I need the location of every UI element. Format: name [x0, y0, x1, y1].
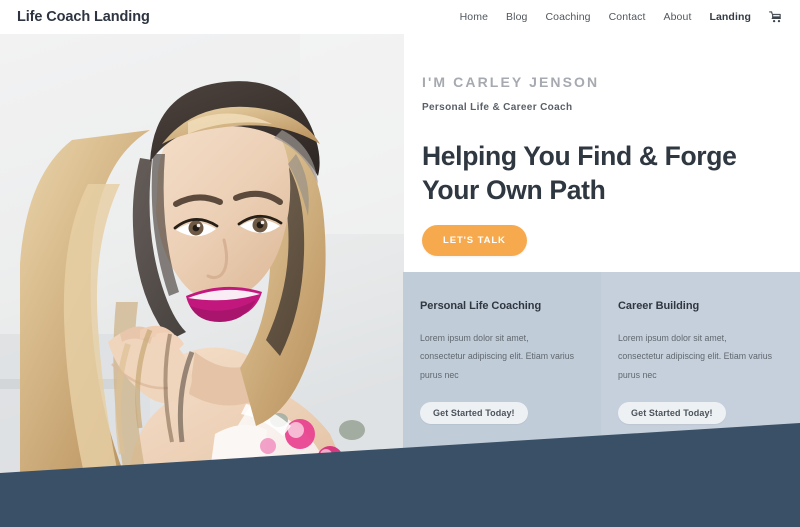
- nav-item-home[interactable]: Home: [451, 11, 497, 23]
- hero-portrait-photo: [0, 34, 404, 474]
- hero-title-line-2: Your Own Path: [422, 175, 606, 206]
- service-card-title: Career Building: [618, 300, 700, 312]
- service-cards: Personal Life Coaching Lorem ipsum dolor…: [403, 272, 800, 474]
- nav-item-blog[interactable]: Blog: [497, 11, 536, 23]
- service-card-personal-life-coaching: Personal Life Coaching Lorem ipsum dolor…: [403, 272, 601, 474]
- shopping-cart-icon: [769, 11, 782, 23]
- lets-talk-button[interactable]: LET'S TALK: [422, 225, 527, 257]
- nav-item-about[interactable]: About: [655, 11, 701, 23]
- service-card-career-building: Career Building Lorem ipsum dolor sit am…: [601, 272, 800, 474]
- nav-item-coaching[interactable]: Coaching: [536, 11, 599, 23]
- hero-tagline: Personal Life & Career Coach: [422, 102, 573, 113]
- service-card-body: Lorem ipsum dolor sit amet, consectetur …: [420, 333, 575, 380]
- nav-item-landing[interactable]: Landing: [700, 11, 760, 23]
- hero-title-line-1: Helping You Find & Forge: [422, 141, 737, 171]
- nav-item-contact[interactable]: Contact: [600, 11, 655, 23]
- hero-eyebrow: I'M CARLEY JENSON: [422, 74, 600, 90]
- cart-button[interactable]: [760, 11, 784, 23]
- get-started-button-personal-life-coaching[interactable]: Get Started Today!: [420, 401, 528, 424]
- main-navigation: Home Blog Coaching Contact About Landing: [451, 11, 784, 23]
- site-brand[interactable]: Life Coach Landing: [17, 9, 150, 25]
- service-card-body: Lorem ipsum dolor sit amet, consectetur …: [618, 333, 773, 380]
- page-title: Helping You Find & Forge Your Own Path: [422, 139, 800, 207]
- site-header: Life Coach Landing Home Blog Coaching Co…: [0, 0, 800, 34]
- get-started-button-career-building[interactable]: Get Started Today!: [618, 401, 726, 424]
- hero-text-panel: I'M CARLEY JENSON Personal Life & Career…: [404, 34, 800, 272]
- landing-page: Life Coach Landing Home Blog Coaching Co…: [0, 0, 800, 527]
- service-card-title: Personal Life Coaching: [420, 300, 542, 312]
